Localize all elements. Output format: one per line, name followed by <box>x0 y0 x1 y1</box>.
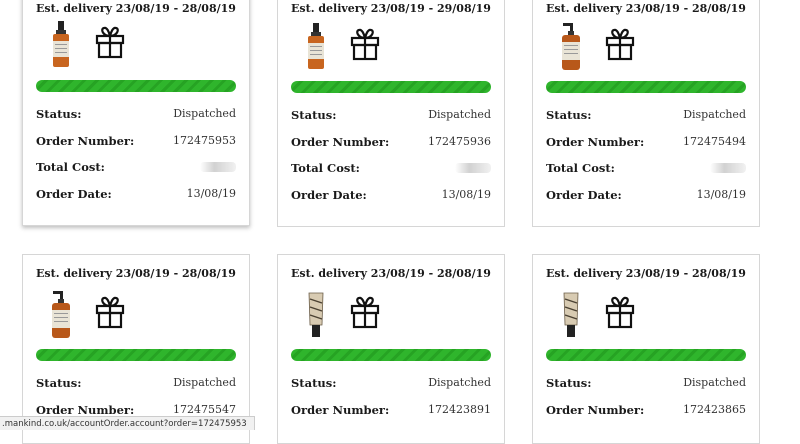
order-date-label: Order Date: <box>546 188 622 202</box>
order-number-value: 172475936 <box>428 135 491 148</box>
order-number-row: Order Number: 172423865 <box>546 402 746 418</box>
order-products <box>49 291 169 339</box>
order-products <box>304 291 424 339</box>
delivery-progress-bar <box>36 349 236 361</box>
delivery-progress-bar <box>546 81 746 93</box>
gift-icon <box>350 296 380 329</box>
total-cost-row: Total Cost: <box>546 160 746 176</box>
order-number-label: Order Number: <box>546 403 645 417</box>
amber-bottle-icon <box>53 21 69 67</box>
estimated-delivery: Est. delivery 23/08/19 - 29/08/19 <box>291 2 491 15</box>
pump-bottle-icon <box>562 23 580 70</box>
status-label: Status: <box>36 376 82 390</box>
gift-icon <box>350 28 380 61</box>
order-number-value: 172423865 <box>683 403 746 416</box>
order-date-value: 13/08/19 <box>186 187 236 200</box>
order-products <box>49 21 169 69</box>
pump-bottle-icon <box>52 291 70 338</box>
delivery-progress-bar <box>546 349 746 361</box>
total-cost-value-redacted <box>455 160 491 178</box>
order-number-value: 172475494 <box>683 135 746 148</box>
estimated-delivery: Est. delivery 23/08/19 - 28/08/19 <box>36 267 236 280</box>
order-number-label: Order Number: <box>291 403 390 417</box>
order-number-label: Order Number: <box>36 134 135 148</box>
estimated-delivery: Est. delivery 23/08/19 - 28/08/19 <box>546 2 746 15</box>
estimated-delivery: Est. delivery 23/08/19 - 28/08/19 <box>36 2 236 15</box>
total-cost-value-redacted <box>200 159 236 177</box>
status-label: Status: <box>546 108 592 122</box>
order-date-row: Order Date: 13/08/19 <box>36 186 236 202</box>
order-number-label: Order Number: <box>291 135 390 149</box>
order-number-row: Order Number: 172475494 <box>546 134 746 150</box>
tube-icon <box>308 292 324 337</box>
order-card[interactable]: Est. delivery 23/08/19 - 28/08/19 Status… <box>22 0 250 226</box>
status-value: Dispatched <box>683 108 746 121</box>
status-label: Status: <box>546 376 592 390</box>
order-date-value: 13/08/19 <box>441 188 491 201</box>
order-products <box>304 23 424 71</box>
order-date-row: Order Date: 13/08/19 <box>291 187 491 203</box>
status-value: Dispatched <box>173 107 236 120</box>
order-card[interactable]: Est. delivery 23/08/19 - 28/08/19 Status… <box>532 0 760 227</box>
order-number-row: Order Number: 172423891 <box>291 402 491 418</box>
order-card[interactable]: Est. delivery 23/08/19 - 28/08/19 Status… <box>532 254 760 444</box>
estimated-delivery: Est. delivery 23/08/19 - 28/08/19 <box>291 267 491 280</box>
order-number-value: 172423891 <box>428 403 491 416</box>
status-label: Status: <box>36 107 82 121</box>
status-value: Dispatched <box>428 108 491 121</box>
order-card[interactable]: Est. delivery 23/08/19 - 28/08/19 Status… <box>277 254 505 444</box>
delivery-progress-bar <box>36 80 236 92</box>
gift-icon <box>605 28 635 61</box>
status-row: Status: Dispatched <box>291 375 491 391</box>
total-cost-label: Total Cost: <box>546 161 615 175</box>
status-label: Status: <box>291 108 337 122</box>
total-cost-label: Total Cost: <box>36 160 105 174</box>
order-number-value: 172475953 <box>173 134 236 147</box>
delivery-progress-bar <box>291 349 491 361</box>
order-number-row: Order Number: 172475953 <box>36 133 236 149</box>
status-row: Status: Dispatched <box>36 375 236 391</box>
status-row: Status: Dispatched <box>546 375 746 391</box>
gift-icon <box>95 296 125 329</box>
order-products <box>559 291 679 339</box>
status-row: Status: Dispatched <box>291 107 491 123</box>
status-value: Dispatched <box>683 376 746 389</box>
gift-icon <box>605 296 635 329</box>
total-cost-row: Total Cost: <box>36 159 236 175</box>
amber-bottle-icon <box>308 23 324 69</box>
order-number-label: Order Number: <box>546 135 645 149</box>
total-cost-label: Total Cost: <box>291 161 360 175</box>
total-cost-row: Total Cost: <box>291 160 491 176</box>
browser-status-url: .mankind.co.uk/accountOrder.account?orde… <box>0 416 255 430</box>
estimated-delivery: Est. delivery 23/08/19 - 28/08/19 <box>546 267 746 280</box>
order-products <box>559 23 679 71</box>
total-cost-value-redacted <box>710 160 746 178</box>
order-number-row: Order Number: 172475936 <box>291 134 491 150</box>
delivery-progress-bar <box>291 81 491 93</box>
status-row: Status: Dispatched <box>546 107 746 123</box>
status-label: Status: <box>291 376 337 390</box>
status-value: Dispatched <box>428 376 491 389</box>
gift-icon <box>95 26 125 59</box>
status-row: Status: Dispatched <box>36 106 236 122</box>
order-date-label: Order Date: <box>36 187 112 201</box>
status-value: Dispatched <box>173 376 236 389</box>
tube-icon <box>563 292 579 337</box>
order-date-value: 13/08/19 <box>696 188 746 201</box>
order-date-label: Order Date: <box>291 188 367 202</box>
order-card[interactable]: Est. delivery 23/08/19 - 29/08/19 Status… <box>277 0 505 227</box>
order-date-row: Order Date: 13/08/19 <box>546 187 746 203</box>
